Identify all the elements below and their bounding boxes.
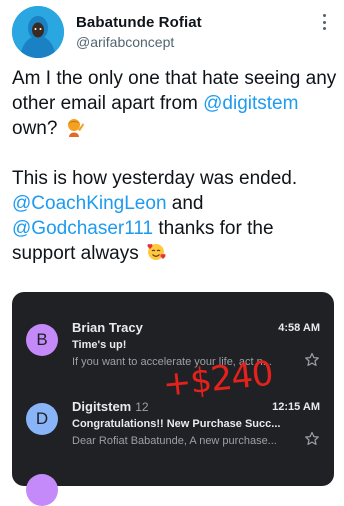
tweet-paragraph-2: This is how yesterday was ended. @CoachKi… (12, 168, 298, 264)
email-subject: Time's up! (72, 339, 127, 351)
email-subject: Congratulations!! New Purchase Succ... (72, 418, 281, 430)
star-icon[interactable] (304, 431, 320, 447)
smiling-face-with-hearts-emoji (147, 243, 166, 260)
email-row-digitstem[interactable]: D Digitstem 12 12:15 AM Congratulations!!… (12, 395, 334, 471)
sender-avatar: D (26, 403, 58, 435)
mention-digitstem[interactable]: @digitstem (203, 93, 298, 114)
tweet-text: Am I the only one that hate seeing any o… (12, 66, 338, 266)
user-avatar[interactable] (12, 6, 64, 58)
sender-avatar: B (26, 324, 58, 356)
user-name[interactable]: Babatunde Rofiat (76, 14, 202, 31)
email-time: 12:15 AM (272, 401, 320, 413)
email-time: 4:58 AM (278, 322, 320, 334)
avatar-person-icon (12, 6, 64, 58)
star-icon[interactable] (304, 352, 320, 368)
tweet-header: Babatunde Rofiat @arifabconcept (0, 0, 344, 64)
email-sender: Digitstem 12 (72, 399, 149, 414)
tweet-paragraph-1: Am I the only one that hate seeing any o… (12, 68, 337, 139)
mention-godchaser111[interactable]: @Godchaser111 (12, 218, 153, 239)
email-preview: Dear Rofiat Babatunde, A new purchase... (72, 435, 277, 447)
more-options-icon[interactable] (316, 12, 332, 32)
user-handle[interactable]: @arifabconcept (76, 34, 174, 50)
thread-count: 12 (135, 400, 149, 414)
mention-coachkingleon[interactable]: @CoachKingLeon (12, 193, 167, 214)
next-email-avatar (26, 474, 58, 506)
person-facepalming-emoji (67, 119, 84, 137)
email-sender: Brian Tracy (72, 320, 143, 335)
